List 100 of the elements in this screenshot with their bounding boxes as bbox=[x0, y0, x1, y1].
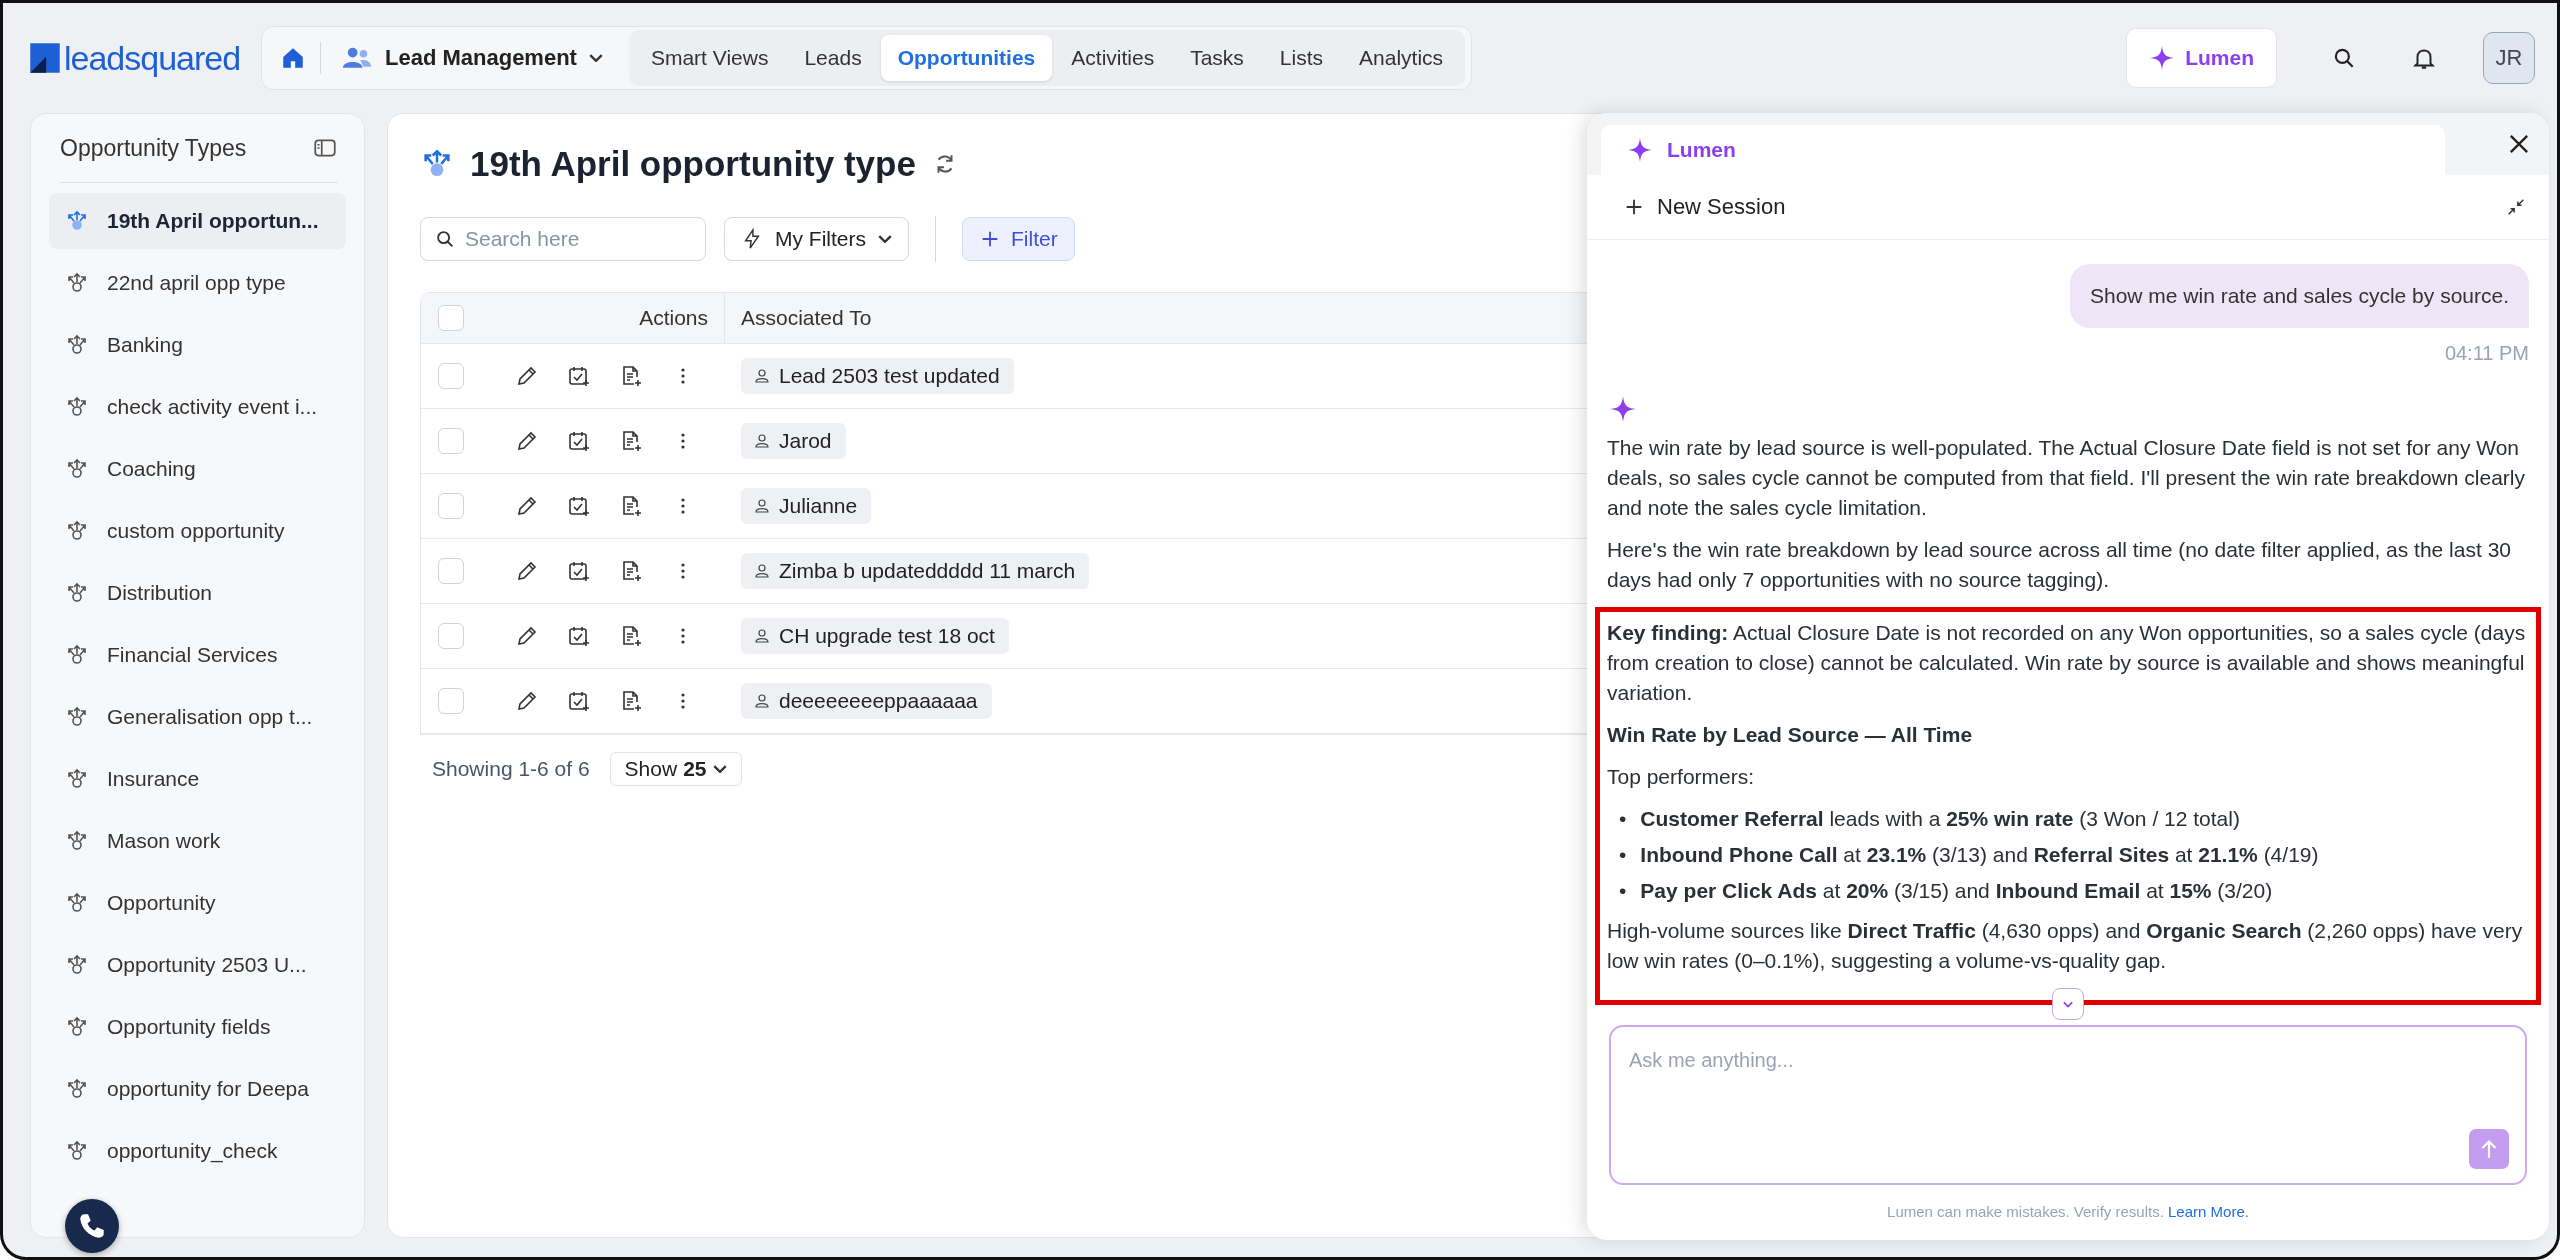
row-checkbox[interactable] bbox=[438, 493, 464, 519]
sidebar-item[interactable]: Opportunity 2503 U... bbox=[49, 937, 346, 993]
response-paragraph: Here's the win rate breakdown by lead source across all time (no date filter applied, as the last 30 days had only 7 opportunities with no source tagging). bbox=[1607, 537, 2512, 593]
user-avatar[interactable]: JR bbox=[2483, 32, 2535, 84]
lumen-button[interactable]: Lumen bbox=[2126, 28, 2277, 88]
filter-button[interactable]: Filter bbox=[962, 217, 1075, 261]
person-icon bbox=[753, 627, 771, 645]
sidebar-item[interactable]: Generalisation opp t... bbox=[49, 689, 346, 745]
caret-icon bbox=[712, 765, 727, 773]
bullet-item: Customer Referral leads with a 25% win rate (3 Won / 12 total) bbox=[1640, 806, 2240, 832]
pencil-icon[interactable] bbox=[515, 689, 539, 713]
sidebar-item[interactable]: Coaching bbox=[49, 441, 346, 497]
sidebar-item[interactable]: opportunity for Deepa bbox=[49, 1061, 346, 1117]
opportunity-icon bbox=[65, 1077, 89, 1101]
lead-chip[interactable]: Lead 2503 test updated bbox=[741, 358, 1014, 394]
message-time: 04:11 PM bbox=[2444, 342, 2529, 365]
search-icon bbox=[434, 228, 456, 250]
bullet-item: Inbound Phone Call at 23.1% (3/13) and Referral Sites at 21.1% (4/19) bbox=[1640, 842, 2319, 868]
pencil-icon[interactable] bbox=[515, 624, 539, 648]
person-icon bbox=[753, 367, 771, 385]
calendar-check-icon[interactable] bbox=[567, 429, 591, 453]
opportunity-icon bbox=[65, 829, 89, 853]
pencil-icon[interactable] bbox=[515, 429, 539, 453]
opportunity-icon bbox=[65, 395, 89, 419]
nav-tab[interactable]: Lists bbox=[1262, 35, 1341, 81]
row-checkbox[interactable] bbox=[438, 623, 464, 649]
people-icon bbox=[341, 45, 373, 71]
lead-chip[interactable]: deeeeeeeeppaaaaaa bbox=[741, 683, 992, 719]
opportunity-icon bbox=[65, 767, 89, 791]
calendar-check-icon[interactable] bbox=[567, 624, 591, 648]
opportunity-icon bbox=[65, 891, 89, 915]
logo-text: leadsquared bbox=[64, 38, 241, 78]
sidebar-item[interactable]: Distribution bbox=[49, 565, 346, 621]
bullet-marker: • bbox=[1619, 842, 1627, 868]
calendar-check-icon[interactable] bbox=[567, 494, 591, 518]
pencil-icon[interactable] bbox=[515, 559, 539, 583]
person-icon bbox=[753, 497, 771, 515]
nav-tab[interactable]: Smart Views bbox=[633, 35, 786, 81]
response-heading: Win Rate by Lead Source — All Time bbox=[1607, 722, 1974, 748]
opportunity-icon bbox=[65, 209, 89, 233]
user-message: Show me win rate and sales cycle by source. bbox=[2069, 264, 2529, 328]
opportunity-icon bbox=[65, 953, 89, 977]
response-paragraph: High-volume sources like Direct Traffic (4,630 opps) and Organic Search (2,260 opps) have very low win rates (0–0.1%), suggesting a volume-vs-quality gap. bbox=[1607, 918, 2524, 974]
sidebar-item[interactable]: Opportunity bbox=[49, 875, 346, 931]
caret-icon bbox=[878, 235, 892, 243]
opportunity-icon bbox=[65, 581, 89, 605]
calendar-check-icon[interactable] bbox=[567, 364, 591, 388]
new-session-button[interactable]: New Session bbox=[1617, 193, 1792, 221]
opportunity-icon bbox=[65, 519, 89, 543]
opportunity-icon bbox=[65, 271, 89, 295]
person-icon bbox=[753, 432, 771, 450]
sidebar-item[interactable]: 19th April opportun... bbox=[49, 193, 346, 249]
opportunity-icon bbox=[65, 333, 89, 357]
sidebar-item[interactable]: Insurance bbox=[49, 751, 346, 807]
pagination-summary: Showing 1-6 of 6 bbox=[432, 757, 590, 781]
search-field[interactable]: Search here bbox=[420, 217, 706, 261]
row-checkbox[interactable] bbox=[438, 363, 464, 389]
sidebar-item[interactable]: Financial Services bbox=[49, 627, 346, 683]
sidebar-item[interactable]: 22nd april opp type bbox=[49, 255, 346, 311]
sidebar-item[interactable]: Opportunity fields bbox=[49, 999, 346, 1055]
person-icon bbox=[753, 562, 771, 580]
sidebar-item[interactable]: Banking bbox=[49, 317, 346, 373]
pencil-icon[interactable] bbox=[515, 494, 539, 518]
page-size-dropdown[interactable]: Show 25 bbox=[609, 752, 742, 786]
message-input[interactable]: Ask me anything... bbox=[1609, 1025, 2527, 1185]
disclaimer-text: Lumen can make mistakes. Verify results. bbox=[1887, 1203, 2164, 1220]
column-header: Associated To bbox=[741, 306, 872, 329]
lead-chip[interactable]: Jarod bbox=[741, 423, 846, 459]
sidebar-item[interactable]: Mason work bbox=[49, 813, 346, 869]
learn-more-link[interactable]: Learn More. bbox=[2168, 1203, 2249, 1220]
nav-tab[interactable]: Tasks bbox=[1173, 35, 1261, 81]
assistant-tab[interactable]: Lumen bbox=[1601, 125, 2445, 175]
nav-tab[interactable]: Analytics bbox=[1342, 35, 1461, 81]
page-title: 19th April opportunity type bbox=[470, 144, 916, 184]
lead-chip[interactable]: Zimba b updateddddd 11 march bbox=[741, 553, 1090, 589]
lead-chip[interactable]: Julianne bbox=[741, 488, 872, 524]
row-checkbox[interactable] bbox=[438, 428, 464, 454]
phone-icon bbox=[79, 1213, 105, 1239]
collapse-icon[interactable] bbox=[2505, 196, 2527, 218]
row-checkbox[interactable] bbox=[438, 688, 464, 714]
lead-chip[interactable]: CH upgrade test 18 oct bbox=[741, 618, 1009, 654]
nav-tab[interactable]: Activities bbox=[1054, 35, 1172, 81]
bullet-marker: • bbox=[1619, 806, 1627, 832]
caret-icon bbox=[588, 54, 603, 62]
calendar-check-icon[interactable] bbox=[567, 689, 591, 713]
calendar-check-icon[interactable] bbox=[567, 559, 591, 583]
opportunity-icon bbox=[65, 457, 89, 481]
nav-tab[interactable]: Opportunities bbox=[880, 35, 1053, 81]
bullet-marker: • bbox=[1619, 878, 1627, 904]
sidebar-item[interactable]: check activity event i... bbox=[49, 379, 346, 435]
response-paragraph: The win rate by lead source is well-populated. The Actual Closure Date field is not set for any Won deals, so sales cycle cannot be computed from that field. I'll present the win rate breakdown clearly and note the sales cycle limitation. bbox=[1607, 435, 2526, 521]
select-all-checkbox[interactable] bbox=[438, 305, 464, 331]
my-filters-dropdown[interactable]: My Filters bbox=[724, 217, 909, 261]
pencil-icon[interactable] bbox=[515, 364, 539, 388]
nav-tab[interactable]: Leads bbox=[787, 35, 879, 81]
sidebar-item[interactable]: custom opportunity bbox=[49, 503, 346, 559]
sidebar-item[interactable]: opportunity_check bbox=[49, 1123, 346, 1179]
sidebar-title: Opportunity Types bbox=[60, 134, 247, 162]
row-checkbox[interactable] bbox=[438, 558, 464, 584]
module-dropdown[interactable]: Lead Management bbox=[335, 45, 615, 71]
